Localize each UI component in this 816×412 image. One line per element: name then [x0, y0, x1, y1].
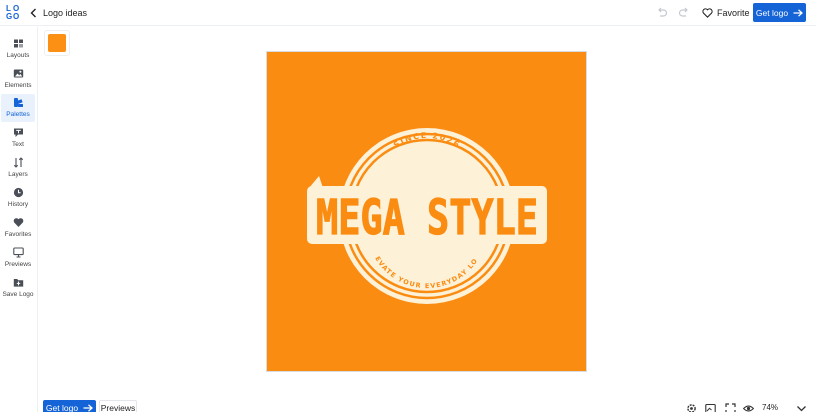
- previews-label: Previews: [100, 403, 136, 412]
- back-to-logo-ideas[interactable]: Logo ideas: [30, 4, 87, 21]
- logo-editor-app: L O G O Logo ideas Favorite Get logo Lay…: [0, 0, 816, 412]
- chevron-down-icon[interactable]: [796, 403, 807, 412]
- layouts-icon: [13, 39, 23, 48]
- top-bar: L O G O Logo ideas Favorite Get logo: [0, 0, 816, 26]
- sidebar-item-previews[interactable]: Previews: [1, 244, 35, 272]
- settings-icon[interactable]: [686, 403, 697, 412]
- heart-outline-icon: [702, 7, 713, 18]
- sidebar-item-label: Layouts: [6, 52, 30, 59]
- back-label: Logo ideas: [43, 7, 88, 18]
- get-logo-label: Get logo: [45, 403, 79, 412]
- zoom-level: 74%: [762, 403, 779, 412]
- chevron-left-icon: [30, 8, 36, 17]
- sidebar-item-favorites[interactable]: Favorites: [1, 214, 35, 242]
- sidebar-item-label: History: [7, 201, 29, 208]
- previews-button[interactable]: Previews: [99, 400, 137, 412]
- sidebar-item-layers[interactable]: Layers: [1, 154, 35, 182]
- sidebar-item-label: Favorites: [4, 231, 32, 238]
- brand-logo-letter-g: G: [6, 12, 12, 21]
- brand-logo[interactable]: L O G O: [5, 3, 21, 21]
- sidebar-item-label: Elements: [4, 82, 32, 89]
- arrow-right-icon: [83, 404, 94, 412]
- sidebar-item-save-logo[interactable]: Save Logo: [1, 274, 35, 302]
- fit-screen-icon[interactable]: [725, 403, 736, 412]
- sidebar-item-text[interactable]: Text: [1, 124, 35, 152]
- heart-icon: [13, 218, 23, 227]
- clock-icon: [13, 187, 23, 198]
- favorite-label: Favorite: [717, 7, 750, 18]
- redo-icon[interactable]: [678, 6, 690, 18]
- get-logo-button-bottom[interactable]: Get logo: [43, 400, 96, 412]
- sidebar-item-label: Previews: [4, 261, 32, 268]
- logo-canvas[interactable]: SINCE 2026 MEGA STYLE ELEVATE YOUR EVERY…: [266, 51, 587, 372]
- image-frame-icon[interactable]: [705, 403, 716, 412]
- monitor-icon: [12, 247, 24, 258]
- get-logo-label: Get logo: [755, 7, 789, 18]
- layers-icon: [13, 157, 23, 168]
- eye-icon[interactable]: [743, 403, 754, 412]
- color-swatch[interactable]: [48, 34, 66, 52]
- sidebar-item-label: Save Logo: [2, 291, 34, 298]
- logo-title: MEGA STYLE: [316, 190, 538, 246]
- arrow-right-icon: [793, 8, 804, 17]
- left-sidebar: Layouts Elements Palettes Text Layers Hi…: [0, 27, 38, 412]
- brand-logo-letter-o2: O: [13, 12, 19, 21]
- sidebar-item-label: Text: [12, 141, 24, 148]
- sidebar-item-label: Palettes: [6, 111, 30, 118]
- logo-artwork: SINCE 2026 MEGA STYLE ELEVATE YOUR EVERY…: [267, 52, 586, 371]
- sidebar-item-elements[interactable]: Elements: [1, 65, 35, 93]
- save-folder-icon: [13, 279, 23, 287]
- palette-swatch-panel[interactable]: [44, 30, 70, 56]
- image-icon: [13, 69, 23, 78]
- sidebar-item-label: Layers: [8, 171, 28, 178]
- get-logo-button-top[interactable]: Get logo: [753, 3, 806, 22]
- undo-icon[interactable]: [656, 6, 668, 18]
- sidebar-item-palettes[interactable]: Palettes: [1, 94, 35, 122]
- text-icon: [13, 128, 23, 137]
- favorite-button[interactable]: Favorite: [697, 3, 755, 22]
- palette-icon: [13, 98, 23, 107]
- sidebar-item-history[interactable]: History: [1, 184, 35, 212]
- sidebar-item-layouts[interactable]: Layouts: [1, 35, 35, 63]
